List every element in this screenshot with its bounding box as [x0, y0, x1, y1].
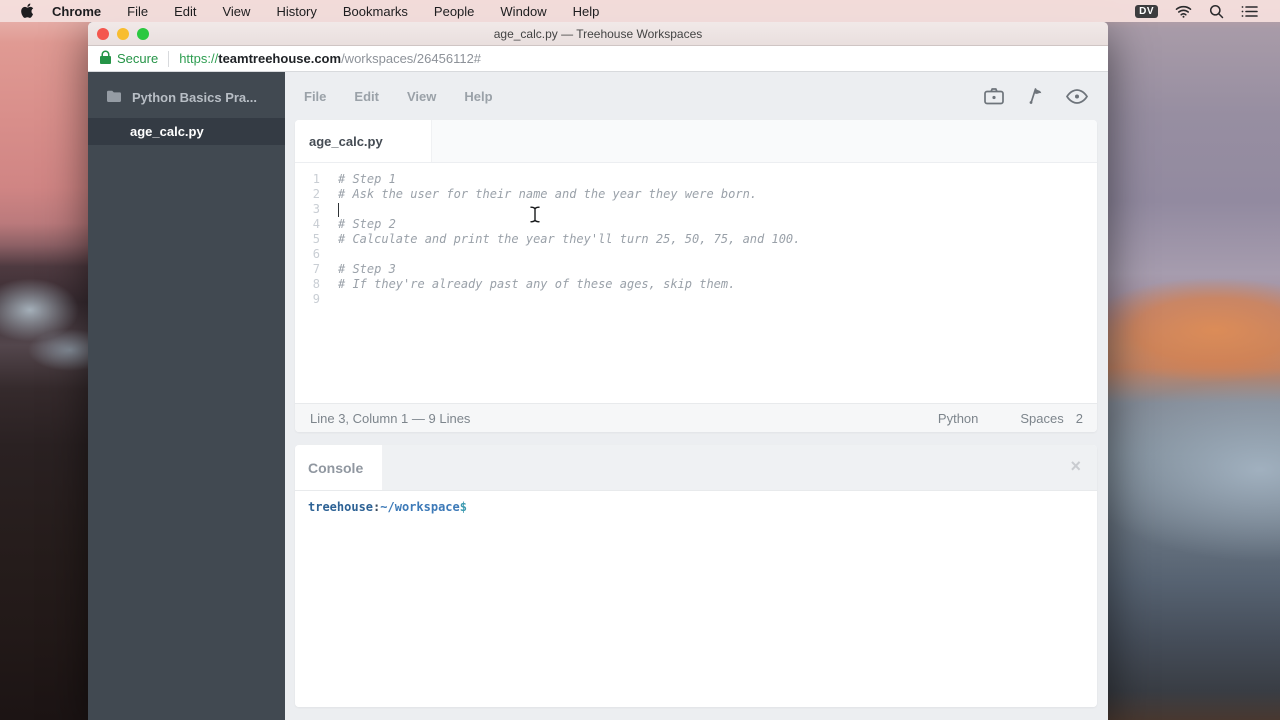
project-name: Python Basics Pra... — [132, 90, 257, 105]
url-domain: teamtreehouse.com — [218, 51, 341, 66]
console-tab-row: Console × — [295, 445, 1097, 491]
indent-setting[interactable]: Spaces 2 — [1020, 411, 1083, 426]
browser-urlbar[interactable]: Secure https:// teamtreehouse.com /works… — [88, 46, 1108, 72]
menubar-item-edit[interactable]: Edit — [174, 4, 196, 19]
menubar-item-people[interactable]: People — [434, 4, 474, 19]
menubar-item-view[interactable]: View — [222, 4, 250, 19]
menubar-item-file[interactable]: File — [127, 4, 148, 19]
console-tab[interactable]: Console — [295, 445, 383, 490]
preview-eye-icon[interactable] — [1066, 89, 1088, 104]
workspace-menu-view[interactable]: View — [407, 89, 436, 104]
code-line: 3 — [295, 202, 1097, 217]
prompt-path: ~/workspace — [380, 500, 459, 514]
macos-menubar: Chrome File Edit View History Bookmarks … — [0, 0, 1280, 22]
editor-status-bar: Line 3, Column 1 — 9 Lines Python Spaces… — [295, 403, 1097, 432]
minimize-window-button[interactable] — [117, 28, 129, 40]
dv-status-badge[interactable]: DV — [1135, 5, 1158, 18]
editor-tab-row: age_calc.py — [295, 120, 1097, 163]
code-line: 9 — [295, 292, 1097, 307]
desktop-wallpaper-left — [0, 0, 90, 720]
prompt-dollar: $ — [460, 500, 467, 514]
console-close-icon[interactable]: × — [1070, 457, 1081, 475]
console-panel: Console × treehouse:~/workspace$ — [295, 445, 1097, 707]
file-tree-sidebar: Python Basics Pra... age_calc.py — [88, 72, 285, 720]
workspace-toolbar: File Edit View Help — [285, 72, 1108, 120]
spotlight-search-icon[interactable] — [1209, 4, 1224, 19]
window-titlebar[interactable]: age_calc.py — Treehouse Workspaces — [88, 22, 1108, 46]
folder-icon — [107, 90, 122, 105]
code-line: 8# If they're already past any of these … — [295, 277, 1097, 292]
text-caret — [338, 203, 339, 217]
workspace-menu-file[interactable]: File — [304, 89, 326, 104]
url-protocol: https:// — [179, 51, 218, 66]
workspace-menu-help[interactable]: Help — [464, 89, 492, 104]
address-field[interactable]: https:// teamtreehouse.com /workspaces/2… — [179, 51, 481, 66]
lock-icon — [100, 50, 111, 67]
wifi-icon[interactable] — [1175, 5, 1192, 18]
close-window-button[interactable] — [97, 28, 109, 40]
urlbar-separator — [168, 51, 169, 67]
sidebar-project-folder[interactable]: Python Basics Pra... — [88, 72, 285, 115]
code-line: 7# Step 3 — [295, 262, 1097, 277]
notification-center-icon[interactable] — [1241, 5, 1258, 18]
code-line: 5# Calculate and print the year they'll … — [295, 232, 1097, 247]
menubar-item-window[interactable]: Window — [500, 4, 546, 19]
terminal[interactable]: treehouse:~/workspace$ — [295, 491, 1097, 707]
menubar-item-help[interactable]: Help — [573, 4, 600, 19]
code-line: 4# Step 2 — [295, 217, 1097, 232]
apple-menu-icon[interactable] — [20, 3, 34, 19]
prompt-user: treehouse — [308, 500, 373, 514]
editor-panel: age_calc.py 1# Step 1 2# Ask the user fo… — [295, 120, 1097, 432]
cursor-position-status: Line 3, Column 1 — 9 Lines — [310, 411, 470, 426]
code-line: 6 — [295, 247, 1097, 262]
code-line: 2# Ask the user for their name and the y… — [295, 187, 1097, 202]
code-line: 1# Step 1 — [295, 172, 1097, 187]
browser-window: age_calc.py — Treehouse Workspaces Secur… — [88, 22, 1108, 720]
secure-label[interactable]: Secure — [117, 51, 158, 66]
url-path: /workspaces/26456112# — [341, 51, 481, 66]
mouse-ibeam-cursor — [529, 206, 541, 228]
menubar-app-name[interactable]: Chrome — [52, 4, 101, 19]
menubar-item-bookmarks[interactable]: Bookmarks — [343, 4, 408, 19]
workspace-menu-edit[interactable]: Edit — [354, 89, 379, 104]
sidebar-file-age-calc[interactable]: age_calc.py — [88, 118, 285, 145]
zoom-window-button[interactable] — [137, 28, 149, 40]
language-mode[interactable]: Python — [938, 411, 978, 426]
window-title: age_calc.py — Treehouse Workspaces — [494, 27, 703, 41]
menubar-item-history[interactable]: History — [276, 4, 316, 19]
editor-tab-age-calc[interactable]: age_calc.py — [295, 120, 432, 162]
snapshot-camera-icon[interactable] — [984, 88, 1004, 105]
fork-flag-icon[interactable] — [1026, 87, 1044, 105]
code-editor[interactable]: 1# Step 1 2# Ask the user for their name… — [295, 163, 1097, 403]
